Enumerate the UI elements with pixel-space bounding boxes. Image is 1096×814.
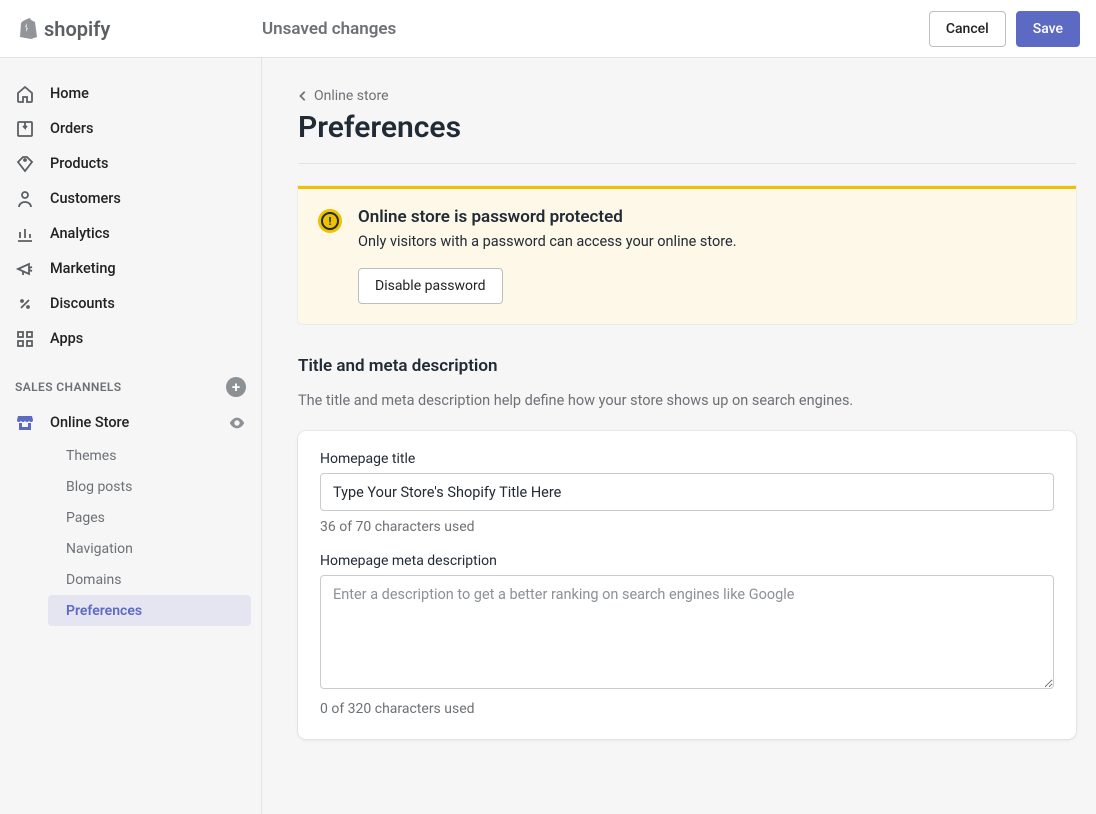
sidebar: Home Orders Products Customers Analytics… — [0, 58, 262, 814]
page-title: Preferences — [298, 110, 1076, 145]
nav-label: Discounts — [50, 295, 115, 312]
cancel-button[interactable]: Cancel — [929, 11, 1006, 47]
nav-item-marketing[interactable]: Marketing — [0, 251, 261, 286]
view-icon[interactable] — [228, 414, 246, 432]
subnav-navigation[interactable]: Navigation — [48, 533, 251, 564]
banner-text: Only visitors with a password can access… — [358, 233, 1056, 250]
divider — [298, 163, 1076, 164]
subnav-pages[interactable]: Pages — [48, 502, 251, 533]
subnav-blog-posts[interactable]: Blog posts — [48, 471, 251, 502]
marketing-icon — [15, 259, 35, 279]
apps-icon — [15, 329, 35, 349]
banner-title: Online store is password protected — [358, 207, 1056, 227]
nav-label: Customers — [50, 190, 121, 207]
chevron-left-icon — [298, 90, 308, 102]
nav-item-orders[interactable]: Orders — [0, 111, 261, 146]
nav-item-apps[interactable]: Apps — [0, 321, 261, 356]
subnav-domains[interactable]: Domains — [48, 564, 251, 595]
shopify-logo[interactable]: shopify — [16, 17, 110, 41]
homepage-desc-textarea[interactable] — [320, 575, 1054, 689]
homepage-title-input[interactable] — [320, 473, 1054, 511]
home-icon — [15, 84, 35, 104]
homepage-title-hint: 36 of 70 characters used — [320, 519, 1054, 535]
breadcrumb-label: Online store — [314, 88, 389, 104]
nav-item-customers[interactable]: Customers — [0, 181, 261, 216]
add-channel-button[interactable]: + — [226, 377, 246, 397]
nav-item-products[interactable]: Products — [0, 146, 261, 181]
nav-item-discounts[interactable]: Discounts — [0, 286, 261, 321]
meta-card: Homepage title 36 of 70 characters used … — [298, 431, 1076, 739]
breadcrumb[interactable]: Online store — [298, 88, 1076, 104]
nav-label: Products — [50, 155, 109, 172]
password-banner: ! Online store is password protected Onl… — [298, 186, 1076, 324]
nav-label: Analytics — [50, 225, 110, 242]
homepage-desc-label: Homepage meta description — [320, 553, 1054, 569]
meta-section-desc: The title and meta description help defi… — [298, 392, 1076, 409]
channel-label: Online Store — [50, 414, 129, 431]
nav-item-home[interactable]: Home — [0, 76, 261, 111]
sales-channels-heading: SALES CHANNELS — [15, 380, 122, 394]
homepage-desc-hint: 0 of 320 characters used — [320, 701, 1054, 717]
store-icon — [15, 413, 35, 433]
nav-label: Home — [50, 85, 89, 102]
nav-label: Marketing — [50, 260, 116, 277]
channel-online-store[interactable]: Online Store — [0, 405, 261, 440]
discounts-icon — [15, 294, 35, 314]
subnav-themes[interactable]: Themes — [48, 440, 251, 471]
topbar: shopify Unsaved changes Cancel Save — [0, 0, 1096, 58]
analytics-icon — [15, 224, 35, 244]
customers-icon — [15, 189, 35, 209]
homepage-title-label: Homepage title — [320, 451, 1054, 467]
meta-section-heading: Title and meta description — [298, 356, 1076, 376]
save-button[interactable]: Save — [1016, 11, 1080, 47]
products-icon — [15, 154, 35, 174]
main-content: Online store Preferences ! Online store … — [262, 58, 1096, 814]
unsaved-changes-label: Unsaved changes — [262, 19, 396, 39]
nav-label: Apps — [50, 330, 83, 347]
nav-label: Orders — [50, 120, 94, 137]
brand-name: shopify — [44, 17, 110, 41]
orders-icon — [15, 119, 35, 139]
disable-password-button[interactable]: Disable password — [358, 268, 503, 304]
warning-icon: ! — [318, 209, 342, 233]
nav-item-analytics[interactable]: Analytics — [0, 216, 261, 251]
subnav-preferences[interactable]: Preferences — [48, 595, 251, 626]
